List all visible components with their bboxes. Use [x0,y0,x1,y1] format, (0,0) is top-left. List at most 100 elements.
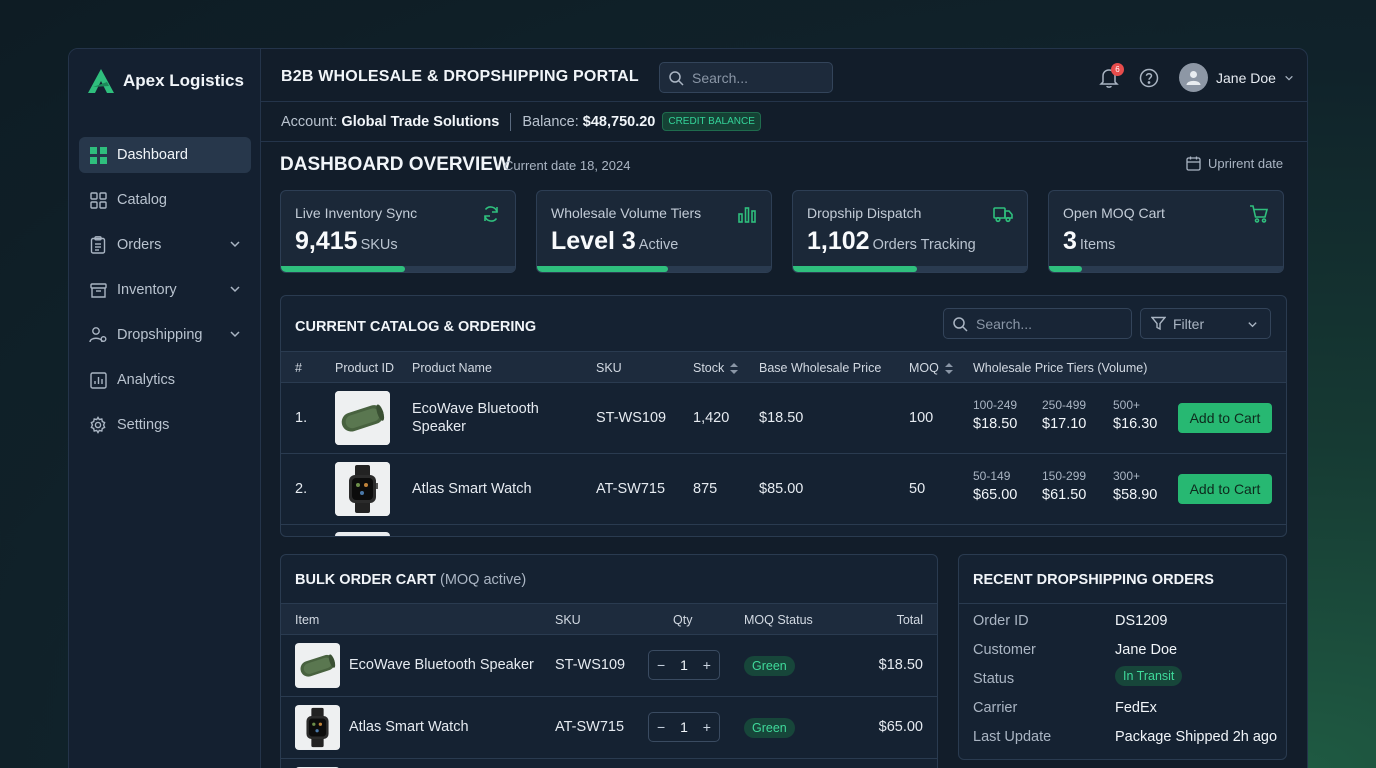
sidebar-item-label: Catalog [117,192,167,208]
product-thumbnail-speaker[interactable] [335,391,390,445]
product-name: EcoWave Bluetooth Speaker [412,401,539,435]
catalog-icon [89,191,107,209]
quantity-stepper[interactable]: − 1 + [648,650,720,680]
chevron-down-icon [230,286,240,293]
sidebar-item-catalog[interactable]: Catalog [79,182,251,218]
col-qty: Qty [673,613,693,627]
sync-icon [484,206,498,222]
col-item: Item [295,613,320,627]
kpi-progress-track [281,266,515,272]
product-thumbnail-watch[interactable] [335,462,390,516]
kpi-live-inventory-sync[interactable]: Live Inventory Sync 9,415 SKUs [280,190,516,273]
col-moq[interactable]: MOQ [909,361,953,375]
sidebar-item-label: Dashboard [117,147,188,163]
base-price: $18.50 [759,410,804,426]
cart-item-name: Atlas Smart Watch [349,719,469,735]
base-price: $85.00 [759,481,804,497]
brand-name: Apex Logistics [123,71,244,90]
quantity-stepper[interactable]: − 1 + [648,712,720,742]
sidebar-item-label: Orders [117,237,162,253]
decrement-button[interactable]: − [657,657,665,673]
price-tier: 100-249 $18.50 [973,398,1018,432]
sidebar-item-analytics[interactable]: Analytics [79,362,251,398]
divider [510,112,512,131]
increment-button[interactable]: + [703,719,711,735]
product-stock: 1,420 [693,410,730,426]
date-button-label: Uprirent date [1208,156,1284,171]
add-to-cart-button[interactable]: Add to Cart [1178,403,1272,433]
price-tier: 150-299 $61.50 [1042,469,1087,503]
chevron-down-icon [230,241,240,248]
truck-icon [993,207,1013,223]
decrement-button[interactable]: − [657,719,665,735]
price-tier: 300+ $58.90 [1113,469,1158,503]
col-sku: SKU [555,613,581,627]
kpi-dropship-dispatch[interactable]: Dropship Dispatch 1,102 Orders Tracking [792,190,1028,273]
sidebar-item-dropshipping[interactable]: Dropshipping [79,317,251,353]
catalog-search-input[interactable] [976,315,1106,332]
kpi-unit: SKUs [360,237,398,253]
row-number: 2. [295,481,308,497]
current-date: Current date 18, 2024 [504,158,631,173]
col-stock[interactable]: Stock [693,361,739,375]
kpi-value: Level 3 Active [551,227,679,255]
account-label: Account: [281,113,338,130]
sidebar-item-inventory[interactable]: Inventory [79,272,251,308]
header-search[interactable] [659,62,833,93]
col-base-price: Base Wholesale Price [759,361,882,375]
sort-icon [730,363,739,375]
table-row: EcoWave Bluetooth Speaker ST-WS109 − 1 +… [281,635,937,697]
credit-balance-badge: CREDIT BALANCE [662,112,761,131]
kpi-wholesale-volume-tiers[interactable]: Wholesale Volume Tiers Level 3 Active [536,190,772,273]
table-row: 2. Atlas Smart Watch AT-SW715 875 $85.00… [281,454,1286,525]
product-thumbnail-partial [335,532,390,536]
kpi-progress-fill [281,266,406,272]
filter-label: Filter [1173,315,1205,332]
watch-image [295,705,340,750]
portal-title: B2B WHOLESALE & DROPSHIPPING PORTAL [281,68,639,85]
recent-orders-panel: RECENT DROPSHIPPING ORDERS Order ID DS120… [958,554,1287,760]
col-product-id: Product ID [335,361,395,375]
sidebar-item-dashboard[interactable]: Dashboard [79,137,251,173]
help-icon[interactable] [1139,68,1159,88]
chevron-down-icon [1248,322,1257,328]
product-sku: AT-SW715 [596,481,666,497]
sidebar-item-orders[interactable]: Orders [79,227,251,263]
kpi-label: Open MOQ Cart [1063,205,1165,221]
sidebar-item-settings[interactable]: Settings [79,407,251,443]
bar-chart-icon [738,207,756,223]
increment-button[interactable]: + [703,657,711,673]
cart-item-name: EcoWave Bluetooth Speaker [349,657,534,673]
filter-dropdown[interactable]: Filter [1140,308,1271,339]
bulk-cart-title: BULK ORDER CART (MOQ active) [295,572,527,588]
user-menu[interactable]: Jane Doe [1179,63,1294,92]
product-name: Atlas Smart Watch [412,481,532,497]
quantity-value: 1 [680,657,688,673]
product-moq: 100 [909,410,934,426]
kpi-progress-track [793,266,1027,272]
recent-orders-title: RECENT DROPSHIPPING ORDERS [973,572,1214,588]
brand[interactable]: Apex Logistics [87,67,244,95]
cart-item-sku: ST-WS109 [555,657,626,673]
notification-badge: 6 [1111,63,1124,76]
date-picker-button[interactable]: Uprirent date [1186,156,1283,171]
table-row: 1. EcoWave Bluetooth Speaker ST-WS109 1,4… [281,383,1286,454]
kpi-open-moq-cart[interactable]: Open MOQ Cart 3 Items [1048,190,1284,273]
add-to-cart-button[interactable]: Add to Cart [1178,474,1272,504]
quantity-value: 1 [680,719,688,735]
cart-table-header: Item SKU Qty MOQ Status Total [281,603,937,635]
product-stock: 875 [693,481,718,497]
price-tier: 250-499 $17.10 [1042,398,1087,432]
kpi-unit: Active [638,237,679,253]
search-input[interactable] [692,69,822,86]
calendar-icon [1186,156,1201,171]
catalog-table-header: # Product ID Product Name SKU Stock Base… [281,351,1286,383]
kpi-value: 9,415 SKUs [295,227,398,255]
catalog-search[interactable] [943,308,1132,339]
kpi-progress-fill [793,266,918,272]
kpi-label: Wholesale Volume Tiers [551,205,702,221]
row-number: 1. [295,410,308,426]
col-tiers: Wholesale Price Tiers (Volume) [973,361,1148,375]
grid-icon [89,146,107,164]
cart-icon [1250,205,1269,223]
